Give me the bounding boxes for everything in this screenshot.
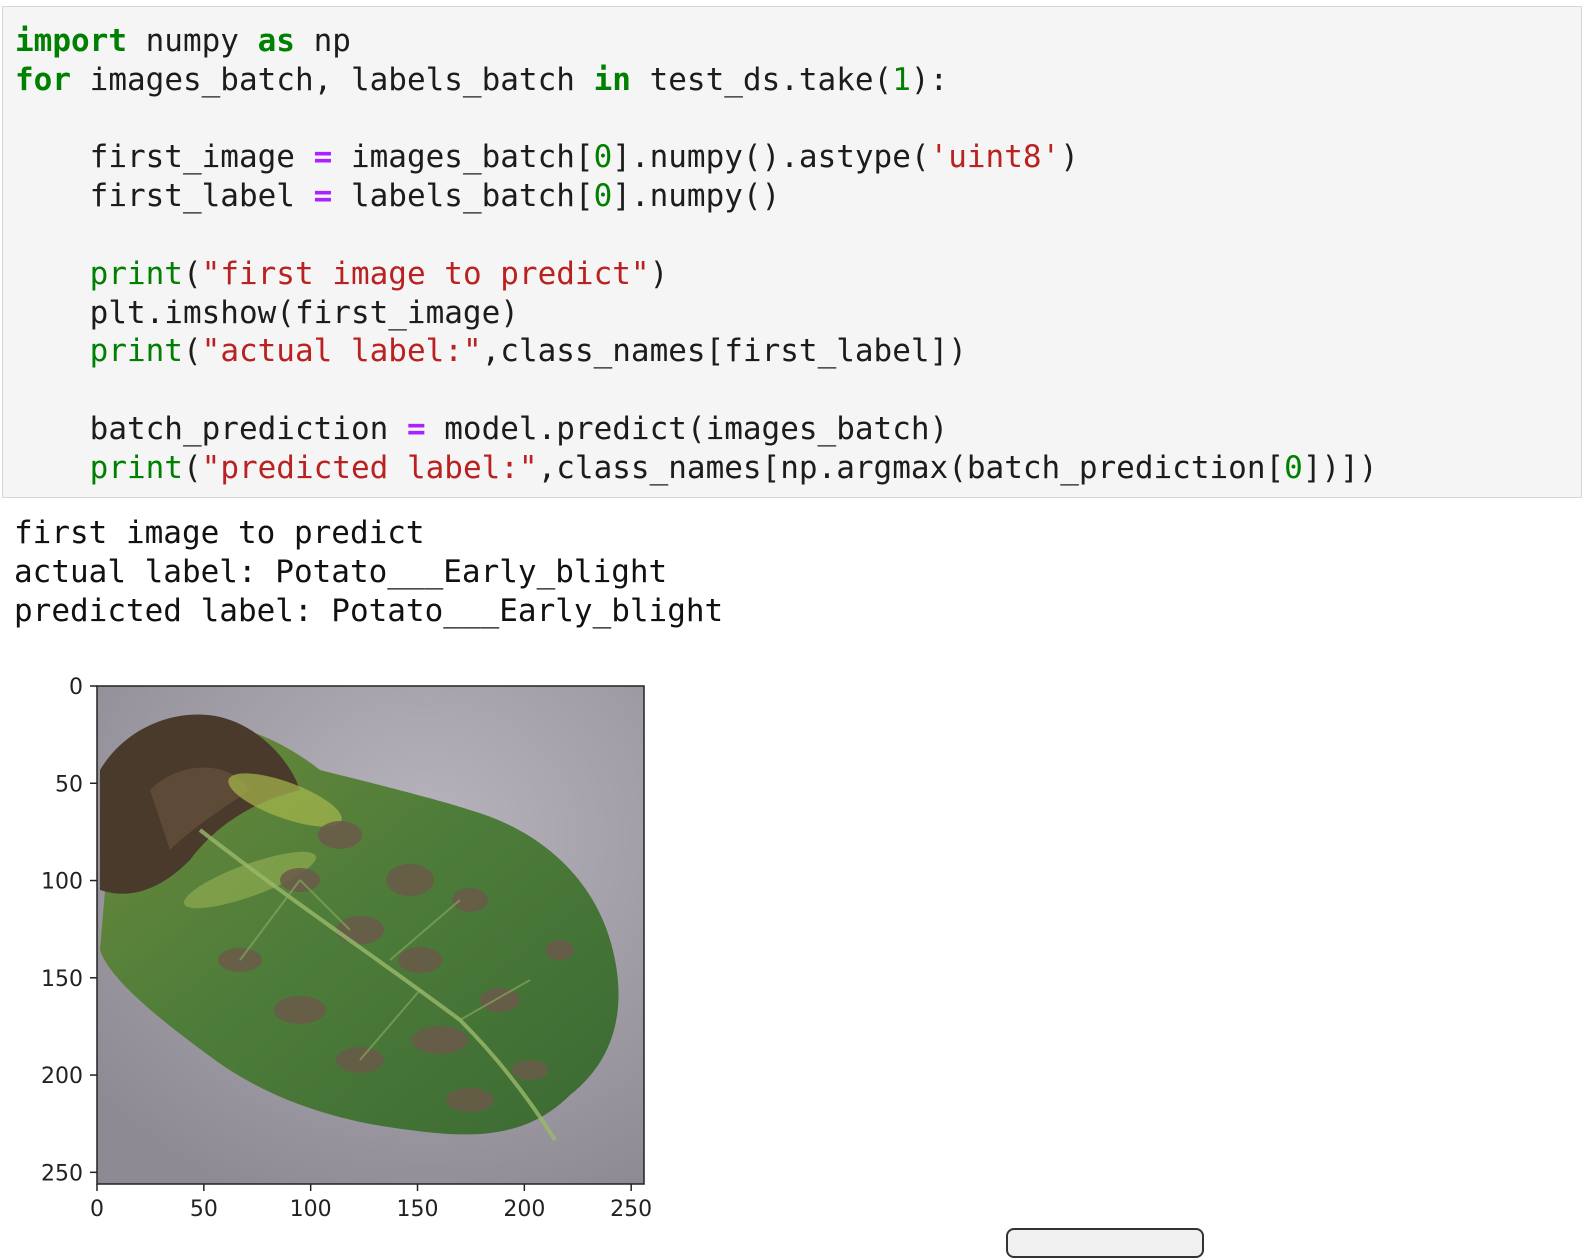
y-tick-label: 100 [41,870,83,895]
code-token: first_label [15,178,314,215]
code-token: ,class_names[np.argmax(batch_prediction[ [537,449,1285,486]
y-tick-label: 150 [41,967,83,992]
x-tick-label: 200 [503,1197,545,1222]
code-token: "predicted label:" [201,449,538,486]
code-token: ].numpy() [612,178,781,215]
y-tick-label: 200 [41,1064,83,1089]
code-token: 0 [593,178,613,215]
code-line: first_label = labels_batch[0].numpy() [15,177,781,215]
y-axis: 0 50 100 150 200 250 [41,675,97,1186]
code-token: plt.imshow(first_image) [15,294,519,331]
y-tick-label: 0 [69,675,83,700]
code-token: model.predict(images_batch) [425,411,949,447]
code-token: ( [182,449,202,486]
code-line: print("actual label:",class_names[first_… [15,332,967,370]
y-tick-label: 50 [55,772,83,797]
code-token: labels_batch[ [332,178,594,215]
code-token: in [593,61,631,98]
code-line: print("first image to predict") [15,255,669,293]
leaf-image [97,686,644,1184]
output-line: actual label: Potato___Early_blight [14,554,668,590]
x-tick-label: 50 [190,1197,218,1222]
code-token: import [15,23,127,59]
imshow-plot: 0 50 100 150 200 250 0 50 100 150 200 250 [41,675,652,1222]
code-token: 0 [593,139,613,176]
code-token: ].numpy().astype( [612,139,930,176]
code-token: "actual label:" [201,333,482,370]
code-token: ) [1060,139,1079,176]
code-token: 0 [1284,449,1303,486]
output-line: first image to predict [14,515,425,551]
code-line: import numpy as np [15,22,351,60]
scroll-to-bottom-button[interactable] [1006,1228,1204,1258]
code-token: numpy [126,23,258,59]
code-token: print [89,449,183,486]
code-token: ( [182,255,202,292]
code-token: ,class_names[first_label]) [481,333,967,370]
code-token: images_batch[ [332,139,594,176]
code-token: = [313,178,333,215]
code-token: "first image to predict" [201,255,650,292]
code-line: print("predicted label:",class_names[np.… [15,449,1378,487]
code-token: ): [910,61,949,98]
code-token: print [89,333,183,370]
code-line: for images_batch, labels_batch in test_d… [15,61,948,99]
x-tick-label: 150 [397,1197,439,1222]
code-token: ])]) [1302,449,1378,486]
code-token: = [406,411,426,447]
code-token: batch_prediction [15,411,407,447]
x-tick-label: 0 [90,1197,104,1222]
code-token: for [15,61,71,98]
code-token: ( [182,333,202,370]
code-token: 1 [892,61,911,98]
code-token: as [257,23,295,59]
x-tick-label: 250 [610,1197,652,1222]
code-token: = [313,139,333,176]
code-line: first_image = images_batch[0].numpy().as… [15,138,1079,176]
code-line: plt.imshow(first_image) [15,294,519,332]
code-token: np [294,23,351,59]
x-tick-label: 100 [290,1197,332,1222]
code-line: batch_prediction = model.predict(images_… [15,410,949,448]
code-token: ) [649,255,669,292]
code-token: first_image [15,139,314,176]
y-tick-label: 250 [41,1161,83,1186]
x-axis: 0 50 100 150 200 250 [90,1184,652,1222]
code-token: test_ds.take( [630,61,893,98]
code-token: 'uint8' [929,139,1061,176]
code-token: print [89,255,183,292]
code-cell[interactable]: import numpy as np for images_batch, labe… [2,6,1582,498]
code-token: images_batch, labels_batch [71,61,594,98]
output-line: predicted label: Potato___Early_blight [14,593,724,629]
